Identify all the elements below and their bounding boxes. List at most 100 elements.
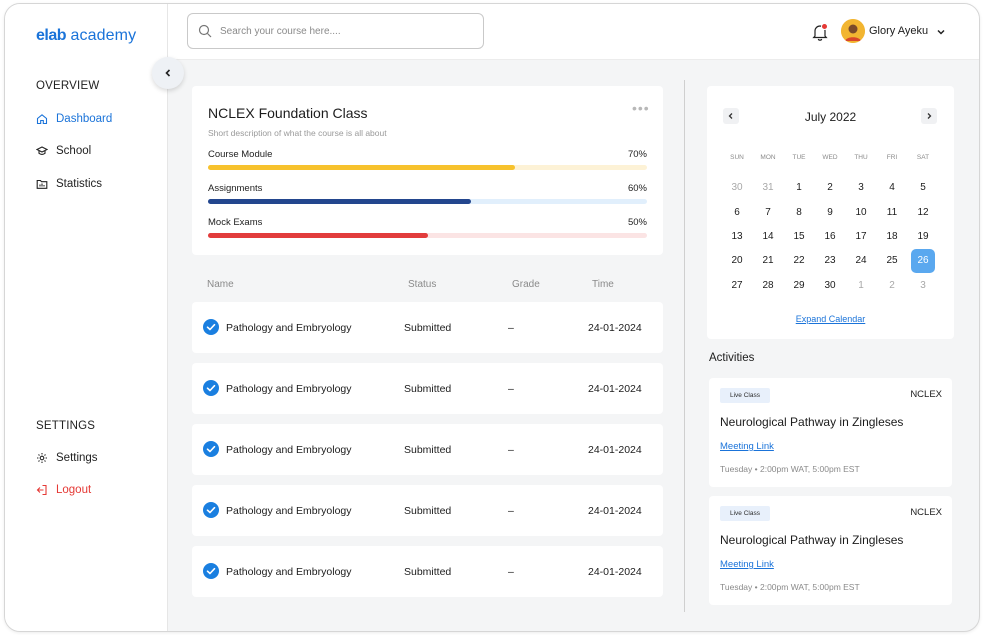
calendar-day[interactable]: 1	[787, 176, 811, 200]
table-row[interactable]: Pathology and Embryology Submitted – 24-01-…	[192, 363, 663, 414]
progress-label: Assignments	[208, 183, 263, 194]
calendar-day[interactable]: 8	[787, 201, 811, 225]
more-options-icon[interactable]: •••	[632, 100, 650, 116]
row-name: Pathology and Embryology	[226, 444, 352, 456]
calendar-day[interactable]: 21	[756, 249, 780, 273]
calendar-day[interactable]: 3	[849, 176, 873, 200]
course-card: NCLEX Foundation Class Short description…	[192, 86, 663, 255]
column-header-status: Status	[408, 279, 437, 290]
row-grade: –	[508, 505, 514, 517]
progress-fill	[208, 165, 516, 170]
logo[interactable]: elab academy	[36, 27, 136, 45]
calendar-day[interactable]: 3	[911, 274, 935, 298]
calendar-day[interactable]: 10	[849, 201, 873, 225]
calendar-weekday: MON	[760, 154, 776, 161]
calendar-day[interactable]: 15	[787, 225, 811, 249]
calendar-day[interactable]: 11	[880, 201, 904, 225]
calendar-day[interactable]: 13	[725, 225, 749, 249]
row-status: Submitted	[404, 383, 452, 395]
calendar-day[interactable]: 29	[787, 274, 811, 298]
progress-percent: 70%	[627, 149, 647, 160]
sidebar-item-label: Statistics	[56, 178, 103, 190]
sidebar-item-label: Dashboard	[56, 113, 113, 125]
calendar-day[interactable]: 4	[880, 176, 904, 200]
gear-icon	[37, 453, 47, 463]
home-icon	[36, 114, 48, 125]
table-row[interactable]: Pathology and Embryology Submitted – 24-01-…	[192, 485, 663, 536]
activity-card[interactable]: Live Class NCLEX Neurological Pathway in Z…	[709, 496, 952, 605]
meeting-link[interactable]: Meeting Link	[720, 441, 774, 452]
sidebar-item-statistics[interactable]: Statistics	[36, 178, 102, 190]
calendar-day[interactable]: 24	[849, 249, 873, 273]
search-box[interactable]	[187, 13, 484, 49]
app-window: elab academy OVERVIEW Dashboard School S…	[4, 3, 980, 632]
activity-tag: NCLEX	[910, 389, 942, 400]
calendar-day[interactable]: 30	[818, 274, 842, 298]
calendar-day[interactable]: 20	[725, 249, 749, 273]
table-row[interactable]: Pathology and Embryology Submitted – 24-01-…	[192, 424, 663, 475]
sidebar-item-logout[interactable]: Logout	[36, 484, 91, 496]
activity-tag: NCLEX	[910, 507, 942, 518]
calendar-day[interactable]: 9	[818, 201, 842, 225]
sidebar-item-settings[interactable]: Settings	[36, 452, 98, 464]
activity-badge: Live Class	[720, 506, 770, 521]
calendar-day[interactable]: 1	[849, 274, 873, 298]
expand-calendar-link[interactable]: Expand Calendar	[707, 314, 954, 324]
calendar-day[interactable]: 30	[725, 176, 749, 200]
calendar-day[interactable]: 19	[911, 225, 935, 249]
sidebar-item-school[interactable]: School	[36, 145, 91, 157]
logout-icon	[36, 484, 47, 496]
column-header-name: Name	[207, 279, 234, 290]
collapse-sidebar-button[interactable]	[152, 57, 184, 89]
calendar-day[interactable]: 31	[756, 176, 780, 200]
calendar-weekday: WED	[822, 154, 838, 161]
avatar[interactable]	[841, 19, 865, 43]
meeting-link[interactable]: Meeting Link	[720, 559, 774, 570]
calendar-day[interactable]: 7	[756, 201, 780, 225]
row-name: Pathology and Embryology	[226, 322, 352, 334]
calendar-day[interactable]: 2	[818, 176, 842, 200]
calendar-day[interactable]: 16	[818, 225, 842, 249]
row-time: 24-01-2024	[588, 322, 642, 334]
calendar: July 2022 SUN MON TUE WED THU FRI SAT 30 31 1 2 3 4 5…	[707, 86, 954, 339]
calendar-day[interactable]: 17	[849, 225, 873, 249]
calendar-weekday: SAT	[916, 154, 930, 161]
activity-badge: Live Class	[720, 388, 770, 403]
row-status: Submitted	[404, 566, 452, 578]
calendar-day[interactable]: 6	[725, 201, 749, 225]
progress-percent: 60%	[627, 183, 647, 194]
calendar-day[interactable]: 28	[756, 274, 780, 298]
calendar-day[interactable]: 22	[787, 249, 811, 273]
course-description: Short description of what the course is …	[208, 128, 387, 138]
calendar-day[interactable]: 27	[725, 274, 749, 298]
calendar-next-button[interactable]	[921, 108, 937, 124]
activity-card[interactable]: Live Class NCLEX Neurological Pathway in Z…	[709, 378, 952, 487]
search-input[interactable]	[220, 25, 460, 37]
sidebar-item-label: School	[56, 145, 92, 157]
user-name[interactable]: Glory Ayeku	[869, 25, 928, 37]
calendar-day[interactable]: 18	[880, 225, 904, 249]
activity-title: Neurological Pathway in Zingleses	[720, 415, 904, 429]
sidebar-item-label: Logout	[56, 484, 92, 496]
row-grade: –	[508, 444, 514, 456]
calendar-day[interactable]: 12	[911, 201, 935, 225]
calendar-day[interactable]: 5	[911, 176, 935, 200]
progress-item: Assignments 60%	[208, 183, 647, 204]
chevron-down-icon[interactable]	[936, 27, 946, 37]
calendar-day[interactable]: 23	[818, 249, 842, 273]
calendar-day[interactable]: 26	[911, 249, 935, 273]
sidebar-item-dashboard[interactable]: Dashboard	[36, 113, 112, 125]
sidebar-item-label: Settings	[56, 452, 98, 464]
calendar-day[interactable]: 25	[880, 249, 904, 273]
row-time: 24-01-2024	[588, 444, 642, 456]
calendar-day[interactable]: 2	[880, 274, 904, 298]
sidebar: elab academy OVERVIEW Dashboard School S…	[5, 4, 168, 631]
progress-item: Mock Exams 50%	[208, 217, 647, 238]
settings-section-title: SETTINGS	[36, 420, 96, 432]
table-row[interactable]: Pathology and Embryology Submitted – 24-01-…	[192, 302, 663, 353]
progress-track	[208, 233, 647, 238]
progress-label: Mock Exams	[208, 217, 263, 228]
table-row[interactable]: Pathology and Embryology Submitted – 24-01-…	[192, 546, 663, 597]
calendar-day[interactable]: 14	[756, 225, 780, 249]
row-name: Pathology and Embryology	[226, 566, 352, 578]
